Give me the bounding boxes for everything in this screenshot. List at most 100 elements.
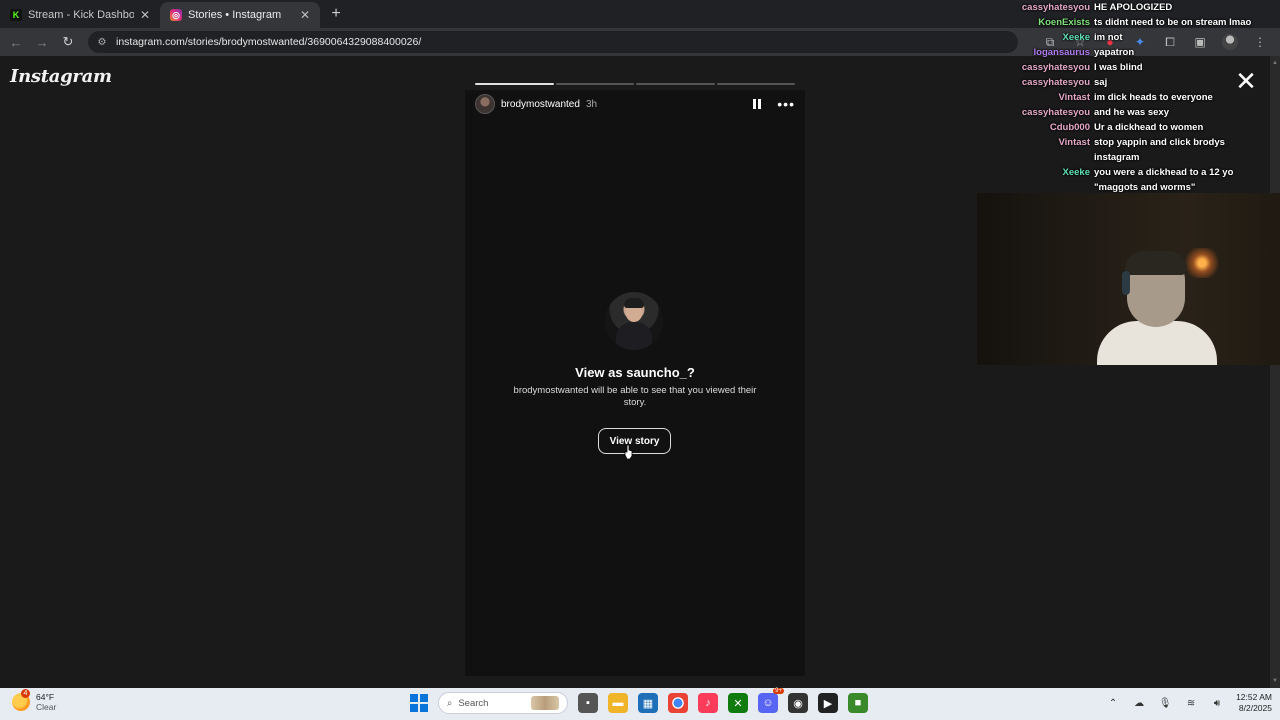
chat-text: im not [1094,32,1123,43]
chat-username[interactable]: Vintast [980,135,1090,165]
taskbar-apps: ⌕ Search ▪ ▬ ▦ ♪ ✕ ☺ 9+ ◉ ▶ ■ [410,688,868,714]
discord-badge: 9+ [773,688,784,694]
chat-message: logansaurus yapatron [980,45,1270,60]
chat-text: saj [1094,77,1108,88]
chat-username[interactable]: Vintast [980,90,1090,105]
chat-text: ts didnt need to be on stream lmao [1094,17,1252,28]
chat-message: cassyhatesyou HE APOLOGIZED [980,0,1270,15]
chat-username[interactable]: logansaurus [980,45,1091,60]
kick-icon: K [10,9,22,21]
chat-username[interactable]: Cdub000 [980,120,1090,135]
progress-segment [636,83,715,85]
microphone-icon[interactable]: 🎙︎ [1158,696,1172,710]
more-options-icon[interactable]: ••• [777,96,795,112]
address-bar[interactable]: ⚙ instagram.com/stories/brodymostwanted/… [88,31,1018,53]
instagram-logo[interactable]: Instagram [10,66,112,87]
windows-taskbar: 4 64°F Clear ⌕ Search ▪ ▬ ▦ ♪ ✕ ☺ 9+ ◉ ▶… [0,688,1280,720]
search-label: Search [458,697,489,709]
tab-instagram-stories[interactable]: ◎ Stories • Instagram ✕ [160,2,320,28]
scroll-down-icon[interactable]: ▼ [1272,678,1278,684]
chat-message: cassyhatesyou I was blind [980,60,1270,75]
chat-text: Ur a dickhead to women [1094,122,1204,133]
minecraft-icon[interactable]: ■ [848,693,868,713]
story-header: brodymostwanted 3h ••• [475,94,795,114]
obs-icon[interactable]: ◉ [788,693,808,713]
weather-widget[interactable]: 4 64°F Clear [12,689,57,712]
mouse-cursor-icon [624,445,633,459]
site-info-icon[interactable]: ⚙ [96,36,108,48]
tab-title: Stories • Instagram [188,9,282,21]
chat-username[interactable]: cassyhatesyou [980,75,1090,90]
chat-text: HE APOLOGIZED [1094,2,1173,13]
chevron-up-icon[interactable]: ⌃ [1106,696,1120,710]
xbox-icon[interactable]: ✕ [728,693,748,713]
chat-username[interactable]: KoenExists [980,15,1090,30]
view-as-description: brodymostwanted will be able to see that… [513,385,757,408]
chat-text: and he was sexy [1094,107,1169,118]
start-button[interactable] [410,694,428,712]
media-player-icon[interactable]: ▶ [818,693,838,713]
chat-text: I was blind [1094,62,1143,73]
music-app-icon[interactable]: ♪ [698,693,718,713]
weather-temp: 64°F [36,692,55,702]
url-text: instagram.com/stories/brodymostwanted/36… [116,36,422,48]
clock[interactable]: 12:52 AM 8/2/2025 [1236,692,1272,714]
webcam-overlay [977,193,1280,365]
weather-condition: Clear [36,702,57,712]
story-username[interactable]: brodymostwanted [501,99,580,110]
instagram-icon: ◎ [170,9,182,21]
forward-button[interactable]: → [32,32,52,52]
page-scrollbar[interactable]: ▲ ▼ [1270,56,1280,688]
progress-segment [716,83,795,85]
chat-text: stop yappin and click brodys instagram [1094,137,1225,163]
back-button[interactable]: ← [6,32,26,52]
close-tab-icon[interactable]: ✕ [300,8,310,22]
chat-message: cassyhatesyou and he was sexy [980,105,1270,120]
file-explorer-icon[interactable]: ▬ [608,693,628,713]
chat-username[interactable]: cassyhatesyou [980,0,1090,15]
wifi-icon[interactable]: ≋ [1184,696,1198,710]
chat-username[interactable]: cassyhatesyou [980,105,1090,120]
chat-message: Xeeke you were a dickhead to a 12 yo "mag… [980,165,1270,195]
chat-text: im dick heads to everyone [1094,92,1213,103]
chat-username[interactable]: Xeeke [980,30,1090,45]
tab-title: Stream - Kick Dashboard [28,9,134,21]
search-icon: ⌕ [447,697,453,709]
chat-username[interactable]: Xeeke [980,165,1090,195]
view-story-button[interactable]: View story [598,428,671,454]
chat-message: Xeeke im not [980,30,1270,45]
headset [1122,271,1130,295]
tab-kick-dashboard[interactable]: K Stream - Kick Dashboard ✕ [0,2,160,28]
discord-icon[interactable]: ☺ 9+ [758,688,784,713]
system-tray: ⌃ ☁ 🎙︎ ≋ 🔊︎ 12:52 AM 8/2/2025 [1106,692,1272,714]
volume-icon[interactable]: 🔊︎ [1210,696,1224,710]
progress-segment [555,83,634,85]
chat-message: Cdub000 Ur a dickhead to women [980,120,1270,135]
close-tab-icon[interactable]: ✕ [140,8,150,22]
task-view-icon[interactable]: ▪ [578,693,598,713]
clock-date: 8/2/2025 [1238,703,1272,713]
search-highlight-image [531,696,559,710]
story-user-avatar[interactable] [475,94,495,114]
stream-chat-overlay: cassyhatesyou HE APOLOGIZED KoenExists ts d… [980,0,1270,223]
chrome-icon[interactable] [668,693,688,713]
story-time: 3h [585,98,598,110]
chat-message: KoenExists ts didnt need to be on stream … [980,15,1270,30]
reload-button[interactable]: ↻ [58,32,78,52]
story-progress [475,83,795,85]
chat-message: Vintast im dick heads to everyone [980,90,1270,105]
pause-icon[interactable] [753,99,763,109]
screen: K Stream - Kick Dashboard ✕ ◎ Stories • … [0,0,1280,720]
chat-message: Vintast stop yappin and click brodys inst… [980,135,1270,165]
scroll-up-icon[interactable]: ▲ [1272,60,1278,66]
new-tab-button[interactable]: + [324,2,348,26]
viewer-avatar [605,292,663,350]
microsoft-store-icon[interactable]: ▦ [638,693,658,713]
chat-message: cassyhatesyou saj [980,75,1270,90]
chat-username[interactable]: cassyhatesyou [980,60,1090,75]
cloud-icon[interactable]: ☁ [1132,696,1146,710]
view-as-title: View as sauncho_? [575,365,695,380]
story-card [465,90,805,676]
taskbar-search[interactable]: ⌕ Search [438,692,568,714]
chat-text: you were a dickhead to a 12 yo "maggots … [1094,167,1234,193]
